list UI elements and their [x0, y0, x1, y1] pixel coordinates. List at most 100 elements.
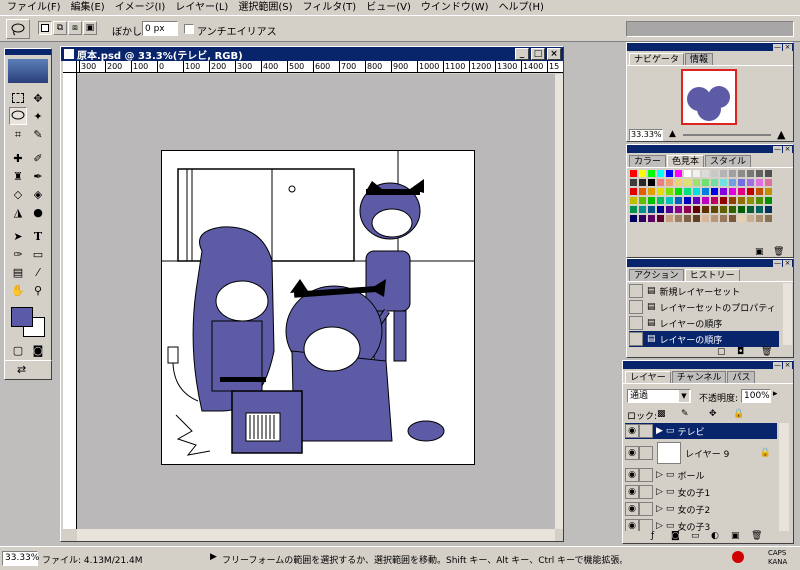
color-swatch[interactable] [737, 187, 746, 196]
color-swatch[interactable] [719, 187, 728, 196]
color-swatch[interactable] [683, 178, 692, 187]
color-swatch[interactable] [692, 205, 701, 214]
color-swatch[interactable] [683, 169, 692, 178]
intersect-selection-button[interactable]: ▣ [83, 21, 97, 35]
history-item[interactable]: ▤ 新規レイヤーセット [629, 283, 779, 299]
magic-wand-tool-icon[interactable]: ✦ [29, 107, 47, 125]
color-swatch[interactable] [764, 214, 773, 223]
palette-close-icon[interactable]: × [783, 259, 792, 267]
adjustment-layer-icon[interactable]: ◐ [711, 531, 719, 541]
color-swatch[interactable] [656, 169, 665, 178]
navigator-palette-titlebar[interactable]: — × [627, 43, 793, 51]
quickmask-mode-icon[interactable]: ◙ [29, 341, 47, 359]
menu-help[interactable]: ヘルプ(H) [494, 1, 549, 15]
tab-layers[interactable]: レイヤー [625, 371, 671, 383]
menu-file[interactable]: ファイル(F) [2, 1, 66, 15]
shape-tool-icon[interactable]: ▭ [29, 245, 47, 263]
add-mask-icon[interactable]: ◙ [671, 531, 680, 541]
color-swatch[interactable] [629, 169, 638, 178]
minimize-button[interactable]: _ [515, 48, 529, 60]
expand-arrow-icon[interactable]: ▷ [656, 470, 663, 480]
color-swatch[interactable] [638, 178, 647, 187]
tab-color[interactable]: カラー [629, 155, 667, 167]
link-box[interactable] [639, 502, 653, 516]
color-swatch[interactable] [647, 205, 656, 214]
type-tool-icon[interactable]: T [29, 227, 47, 245]
color-swatch[interactable] [674, 196, 683, 205]
color-swatch[interactable] [728, 214, 737, 223]
color-swatch[interactable] [656, 205, 665, 214]
color-swatch[interactable] [719, 214, 728, 223]
slice-tool-icon[interactable]: ✎ [29, 125, 47, 143]
menu-image[interactable]: イメージ(I) [110, 1, 171, 15]
color-swatch[interactable] [701, 187, 710, 196]
delete-state-icon[interactable]: 🗑 [761, 347, 772, 357]
history-palette-titlebar[interactable]: — × [627, 259, 793, 267]
color-swatch[interactable] [638, 169, 647, 178]
color-swatch[interactable] [737, 169, 746, 178]
delete-swatch-icon[interactable]: 🗑 [773, 247, 784, 257]
delete-layer-icon[interactable]: 🗑 [751, 531, 762, 541]
color-swatch[interactable] [737, 205, 746, 214]
layer-row[interactable]: ◉ ▷ ▭ 女の子3 [625, 518, 777, 531]
menu-layer[interactable]: レイヤー(L) [170, 1, 233, 15]
menu-view[interactable]: ビュー(V) [361, 1, 416, 15]
color-swatch[interactable] [719, 196, 728, 205]
color-swatch[interactable] [665, 205, 674, 214]
color-swatch[interactable] [755, 178, 764, 187]
eye-icon[interactable]: ◉ [625, 485, 639, 499]
layer-style-icon[interactable]: ƒ [651, 531, 654, 541]
color-swatch[interactable] [692, 214, 701, 223]
lock-transparency-icon[interactable]: ▩ [657, 409, 666, 419]
color-swatch[interactable] [629, 178, 638, 187]
blur-tool-icon[interactable]: ◮ [9, 203, 27, 221]
color-swatch[interactable] [710, 205, 719, 214]
new-snapshot-icon[interactable]: ◘ [737, 347, 744, 357]
foreground-color-swatch[interactable] [11, 307, 33, 327]
marquee-tool-icon[interactable] [9, 89, 27, 107]
vertical-scrollbar[interactable] [555, 74, 563, 529]
color-swatch[interactable] [665, 196, 674, 205]
color-swatch[interactable] [674, 169, 683, 178]
palette-minimize-icon[interactable]: — [773, 361, 782, 369]
color-swatch[interactable] [692, 178, 701, 187]
tab-channels[interactable]: チャンネル [671, 371, 727, 383]
brush-tool-icon[interactable]: ✐ [29, 149, 47, 167]
blend-mode-select[interactable]: 通過 ▼ [627, 389, 691, 403]
image-canvas[interactable] [161, 150, 475, 465]
color-swatch[interactable] [737, 178, 746, 187]
file-size-info[interactable]: ファイル: 4.13M/21.4M [42, 553, 143, 566]
menu-select[interactable]: 選択範囲(S) [233, 1, 297, 15]
new-selection-button[interactable] [38, 21, 52, 35]
color-swatch[interactable] [710, 196, 719, 205]
color-swatch[interactable] [683, 205, 692, 214]
link-box[interactable] [639, 446, 653, 460]
path-selection-tool-icon[interactable]: ➤ [9, 227, 27, 245]
color-swatch[interactable] [665, 178, 674, 187]
color-swatch[interactable] [737, 196, 746, 205]
opacity-input[interactable]: 100% [741, 389, 771, 403]
color-swatch[interactable] [647, 187, 656, 196]
color-swatch[interactable] [638, 214, 647, 223]
color-swatch[interactable] [629, 205, 638, 214]
zoom-field[interactable]: 33.33% [2, 551, 39, 566]
color-swatch[interactable] [692, 196, 701, 205]
lock-position-icon[interactable]: ✥ [709, 409, 717, 419]
color-swatch[interactable] [746, 214, 755, 223]
color-swatch[interactable] [728, 169, 737, 178]
history-scrollbar[interactable] [783, 283, 792, 345]
color-swatch[interactable] [701, 196, 710, 205]
close-button[interactable]: × [547, 48, 561, 60]
color-swatch[interactable] [764, 169, 773, 178]
palette-close-icon[interactable]: × [783, 145, 792, 153]
color-swatch[interactable] [710, 169, 719, 178]
paint-bucket-tool-icon[interactable]: ◈ [29, 185, 47, 203]
link-box[interactable] [639, 468, 653, 482]
crop-tool-icon[interactable]: ⌗ [9, 125, 27, 143]
color-swatch[interactable] [764, 196, 773, 205]
color-swatch[interactable] [755, 187, 764, 196]
chevron-down-icon[interactable]: ▼ [679, 390, 689, 402]
color-swatch[interactable] [683, 214, 692, 223]
layers-palette-titlebar[interactable]: — × [623, 361, 793, 369]
lock-image-icon[interactable]: ✎ [681, 409, 689, 419]
